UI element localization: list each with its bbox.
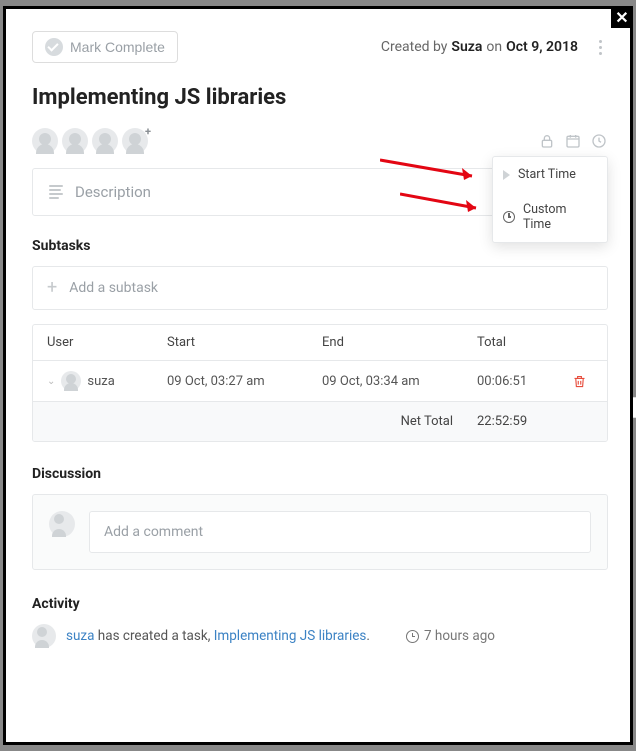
- modal: Mark Complete Created by Suza on Oct 9, …: [3, 6, 633, 745]
- created-date: Oct 9, 2018: [506, 39, 578, 55]
- task-title[interactable]: Implementing JS libraries: [32, 85, 608, 110]
- delete-row-button[interactable]: [561, 374, 597, 389]
- clock-icon[interactable]: [590, 132, 608, 150]
- more-menu-button[interactable]: [592, 40, 608, 55]
- activity-item: suza has created a task, Implementing JS…: [32, 624, 608, 648]
- description-placeholder: Description: [75, 183, 151, 201]
- add-assignee-button[interactable]: +: [122, 128, 148, 154]
- discussion-heading: Discussion: [32, 466, 608, 482]
- comment-input[interactable]: Add a comment: [89, 511, 591, 553]
- activity-timestamp: 7 hours ago: [406, 628, 495, 644]
- row-start: 09 Oct, 03:27 am: [163, 374, 318, 389]
- plus-icon: +: [47, 279, 57, 297]
- mark-complete-button[interactable]: Mark Complete: [32, 31, 178, 63]
- created-by-text: Created by Suza on Oct 9, 2018: [381, 39, 608, 55]
- avatar[interactable]: [62, 128, 88, 154]
- time-popover: Start Time Custom Time: [492, 156, 608, 243]
- add-subtask-placeholder: Add a subtask: [69, 280, 158, 296]
- avatar: [49, 511, 75, 537]
- clock-icon: [406, 630, 419, 643]
- row-end: 09 Oct, 03:34 am: [318, 374, 473, 389]
- mark-complete-label: Mark Complete: [70, 39, 165, 55]
- activity-user-link[interactable]: suza: [66, 628, 94, 644]
- avatar: [61, 371, 81, 391]
- activity-heading: Activity: [32, 596, 608, 612]
- table-header: User Start End Total: [33, 325, 607, 360]
- activity-task-link[interactable]: Implementing JS libraries: [214, 628, 367, 644]
- start-time-option[interactable]: Start Time: [493, 157, 607, 192]
- annotation-arrow: [400, 186, 492, 216]
- custom-time-option[interactable]: Custom Time: [493, 192, 607, 242]
- check-circle-icon: [45, 38, 63, 56]
- assignees: +: [32, 128, 148, 154]
- play-icon: [503, 170, 510, 180]
- calendar-icon[interactable]: [564, 132, 582, 150]
- discussion-box: Add a comment: [32, 494, 608, 570]
- clock-icon: [503, 211, 515, 223]
- net-total-label: Net Total: [318, 414, 473, 429]
- avatar[interactable]: [32, 128, 58, 154]
- description-icon: [49, 185, 63, 199]
- net-total-value: 22:52:59: [473, 414, 561, 429]
- time-tracking-table: User Start End Total ⌄ suza 09 Oct, 03:2…: [32, 324, 608, 442]
- creator-name: Suza: [451, 39, 482, 55]
- lock-icon[interactable]: [538, 132, 556, 150]
- row-total: 00:06:51: [473, 374, 561, 389]
- add-subtask-input[interactable]: + Add a subtask: [32, 266, 608, 310]
- avatar: [32, 624, 56, 648]
- annotation-arrow: [380, 154, 490, 184]
- table-footer: Net Total 22:52:59: [33, 401, 607, 441]
- row-user: suza: [87, 374, 114, 389]
- close-button[interactable]: ✕: [611, 6, 633, 28]
- avatar[interactable]: [92, 128, 118, 154]
- chevron-down-icon[interactable]: ⌄: [47, 376, 55, 387]
- table-row: ⌄ suza 09 Oct, 03:27 am 09 Oct, 03:34 am…: [33, 360, 607, 401]
